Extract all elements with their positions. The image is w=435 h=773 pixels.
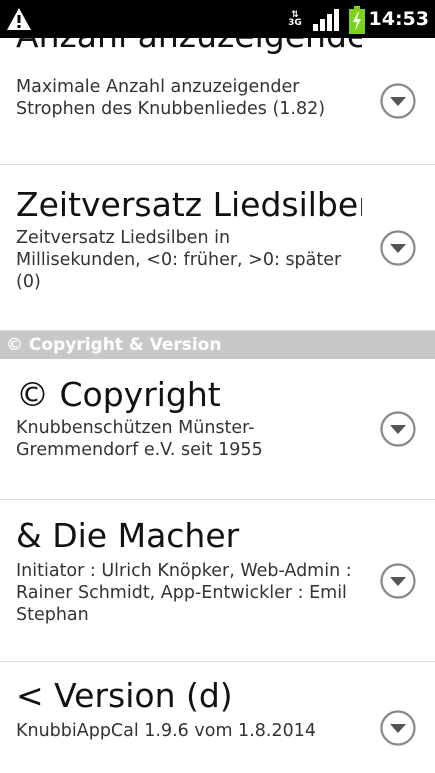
dropdown-arrow-icon[interactable] — [379, 709, 417, 747]
dropdown-arrow-icon[interactable] — [379, 229, 417, 267]
preferences-list[interactable]: Anzahl anzuzeigender Maximale Anzahl anz… — [0, 38, 435, 773]
signal-icon — [313, 9, 339, 31]
preference-summary: Knubbenschützen Münster-Gremmendorf e.V.… — [16, 418, 263, 460]
preference-title: Zeitversatz Liedsilben — [16, 185, 362, 224]
preference-item-version[interactable]: < Version (d) KnubbiAppCal 1.9.6 vom 1.8… — [0, 662, 435, 773]
dropdown-arrow-icon[interactable] — [379, 562, 417, 600]
preference-summary: KnubbiAppCal 1.9.6 vom 1.8.2014 — [16, 721, 316, 741]
preference-summary: Maximale Anzahl anzuzeigender Strophen d… — [16, 77, 326, 119]
dropdown-arrow-icon[interactable] — [379, 410, 417, 448]
data-3g-icon: ⇅ 3G — [288, 10, 302, 28]
preference-item-copyright[interactable]: © Copyright Knubbenschützen Münster-Grem… — [0, 359, 435, 500]
preference-summary: Initiator : Ulrich Knöpker, Web-Admin : … — [16, 561, 352, 625]
battery-charging-icon — [349, 6, 365, 34]
category-header-copyright-version: © Copyright & Version — [0, 331, 435, 359]
preference-item-die-macher[interactable]: & Die Macher Initiator : Ulrich Knöpker,… — [0, 500, 435, 662]
warning-icon[interactable] — [6, 6, 32, 32]
preference-title: Anzahl anzuzeigender — [0, 38, 362, 56]
status-clock: 14:53 — [368, 8, 429, 30]
preference-summary: Zeitversatz Liedsilben in Millisekunden,… — [16, 228, 342, 292]
preference-title: & Die Macher — [16, 516, 240, 555]
status-bar: ⇅ 3G 14:53 — [0, 0, 435, 38]
preference-title: < Version (d) — [16, 676, 233, 715]
dropdown-arrow-icon[interactable] — [379, 82, 417, 120]
preference-title: © Copyright — [16, 375, 221, 414]
preference-item-anzahl-strophen[interactable]: Anzahl anzuzeigender Maximale Anzahl anz… — [0, 38, 435, 165]
preference-item-zeitversatz[interactable]: Zeitversatz Liedsilben Zeitversatz Lieds… — [0, 165, 435, 331]
